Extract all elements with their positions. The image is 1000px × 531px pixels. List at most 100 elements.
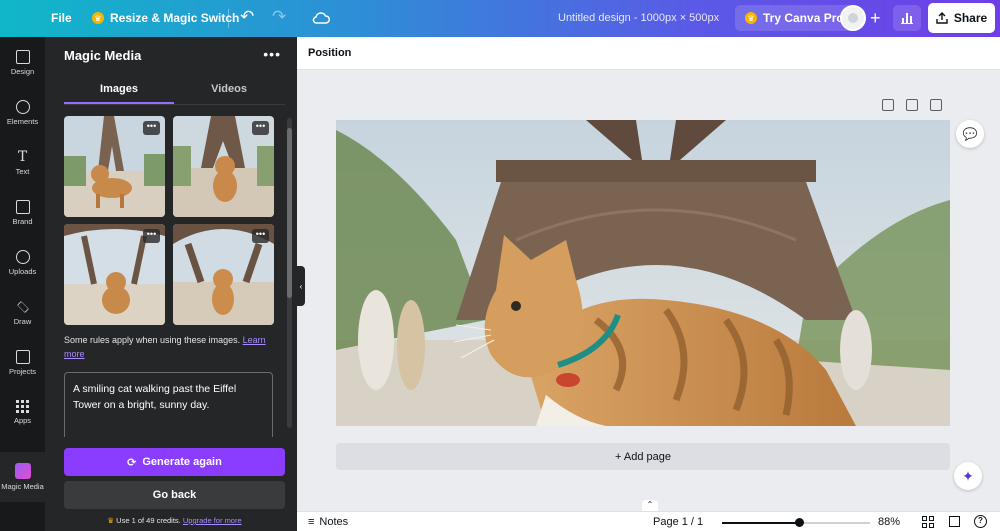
page-tools	[882, 99, 942, 111]
zoom-slider-fill	[722, 522, 799, 524]
rail-item-projects[interactable]: Projects	[0, 340, 45, 385]
duplicate-icon[interactable]	[906, 99, 918, 111]
prompt-input[interactable]: A smiling cat walking past the Eiffel To…	[64, 372, 273, 437]
generated-image-thumbnail[interactable]: •••	[64, 224, 165, 325]
cat-eiffel-main-image	[336, 120, 950, 426]
try-canva-pro-label: Try Canva Pro	[763, 11, 844, 25]
notes-icon: ≡	[308, 516, 315, 528]
magic-sparkle-icon[interactable]: ✦	[954, 462, 982, 490]
collapse-panel-icon[interactable]: ‹	[297, 266, 305, 306]
tab-videos[interactable]: Videos	[174, 77, 284, 104]
bottom-bar: ≡ Notes Page 1 / 1 88% ?	[297, 511, 1000, 531]
crown-icon: ♛	[745, 12, 757, 24]
brand-icon	[15, 199, 30, 214]
panel-title: Magic Media	[64, 48, 142, 63]
credits-text: Use 1 of 49 credits.	[116, 516, 181, 525]
cloud-save-icon[interactable]	[312, 8, 330, 28]
rail-item-text[interactable]: T Text	[0, 140, 45, 185]
crown-icon: ♛	[92, 12, 104, 24]
rail-item-label: Elements	[6, 116, 39, 126]
rail-item-design[interactable]: Design	[0, 40, 45, 85]
draw-icon	[16, 300, 29, 313]
rail-item-label: Uploads	[8, 266, 37, 276]
magic-media-icon	[14, 463, 31, 479]
file-menu-button[interactable]: File	[51, 11, 72, 25]
apps-icon	[16, 400, 29, 413]
position-button[interactable]: Position	[308, 47, 351, 59]
more-options-icon[interactable]: •••	[263, 46, 281, 62]
generate-again-button[interactable]: ⟳ Generate again	[64, 448, 285, 476]
rail-item-uploads[interactable]: Uploads	[0, 240, 45, 285]
zoom-level[interactable]: 88%	[878, 516, 900, 528]
usage-rules-text: Some rules apply when using these images…	[64, 335, 241, 345]
rail-item-apps[interactable]: Apps	[0, 390, 45, 435]
zoom-slider[interactable]	[722, 518, 870, 527]
generate-again-label: Generate again	[142, 456, 222, 468]
page-indicator[interactable]: Page 1 / 1	[653, 516, 703, 528]
magic-media-panel: Magic Media ••• Images Videos ••• ••• ••…	[45, 37, 297, 531]
refresh-icon: ⟳	[127, 456, 137, 469]
resize-magic-switch-button[interactable]: ♛ Resize & Magic Switch	[92, 11, 239, 25]
media-tabs: Images Videos	[64, 77, 285, 105]
top-bar: File ♛ Resize & Magic Switch ↶ ↷ Untitle…	[0, 0, 1000, 37]
add-page-icon[interactable]	[930, 99, 942, 111]
notes-button[interactable]: ≡ Notes	[308, 516, 348, 528]
rail-item-magic-media[interactable]: Magic Media	[0, 452, 45, 502]
panel-scrollbar[interactable]	[287, 118, 292, 428]
zoom-slider-handle[interactable]	[795, 518, 804, 527]
thumbnail-more-icon[interactable]: •••	[252, 121, 269, 135]
undo-icon[interactable]: ↶	[240, 7, 254, 27]
left-rail: Design Elements T Text Brand Uploads Dra…	[0, 37, 45, 531]
rail-item-brand[interactable]: Brand	[0, 190, 45, 235]
rail-item-label: Projects	[8, 366, 37, 376]
rail-item-label: Draw	[13, 316, 32, 326]
comment-icon[interactable]: 💬	[956, 120, 984, 148]
credits-info: ♛ Use 1 of 49 credits. Upgrade for more	[64, 516, 285, 525]
rail-item-elements[interactable]: Elements	[0, 90, 45, 135]
layout-icon	[15, 49, 30, 64]
grid-view-icon[interactable]	[922, 516, 934, 528]
thumbnail-more-icon[interactable]: •••	[252, 229, 269, 243]
rail-item-label: Apps	[13, 416, 32, 425]
share-button[interactable]: Share	[928, 3, 995, 33]
upgrade-link[interactable]: Upgrade for more	[183, 516, 242, 525]
tab-images[interactable]: Images	[64, 77, 174, 104]
upload-icon	[15, 249, 30, 264]
share-upload-icon	[936, 12, 948, 24]
share-label: Share	[953, 11, 988, 25]
usage-rules: Some rules apply when using these images…	[64, 333, 274, 361]
generated-image-thumbnail[interactable]: •••	[173, 116, 274, 217]
resize-magic-switch-label: Resize & Magic Switch	[110, 11, 240, 25]
rail-item-label: Text	[15, 166, 30, 176]
fullscreen-icon[interactable]	[949, 516, 960, 527]
thumbnail-more-icon[interactable]: •••	[143, 229, 160, 243]
rail-item-label: Brand	[12, 216, 33, 226]
rail-item-draw[interactable]: Draw	[0, 290, 45, 335]
folder-icon	[15, 349, 30, 364]
analytics-button[interactable]	[893, 5, 921, 31]
context-toolbar: Position	[297, 37, 1000, 70]
shapes-icon	[15, 99, 30, 114]
plus-icon[interactable]: +	[870, 8, 881, 29]
design-canvas[interactable]	[336, 120, 950, 426]
text-icon: T	[17, 148, 28, 165]
notes-label: Notes	[319, 516, 349, 528]
scrollbar-thumb[interactable]	[287, 128, 292, 298]
divider	[228, 9, 229, 28]
try-canva-pro-button[interactable]: ♛ Try Canva Pro	[735, 5, 854, 31]
help-icon[interactable]: ?	[974, 515, 987, 528]
add-page-button[interactable]: + Add page	[336, 443, 950, 470]
thumbnail-more-icon[interactable]: •••	[143, 121, 160, 135]
crown-icon: ♛	[107, 516, 115, 525]
go-back-button[interactable]: Go back	[64, 481, 285, 509]
rail-item-label: Design	[10, 66, 35, 76]
design-title[interactable]: Untitled design - 1000px × 500px	[558, 12, 719, 24]
generated-image-thumbnail[interactable]: •••	[173, 224, 274, 325]
avatar[interactable]	[840, 5, 866, 31]
rail-item-label: Magic Media	[1, 482, 44, 491]
bar-chart-icon	[901, 12, 913, 24]
lock-icon[interactable]	[882, 99, 894, 111]
hamburger-menu-icon[interactable]	[12, 9, 28, 27]
redo-icon[interactable]: ↷	[272, 7, 286, 27]
generated-image-thumbnail[interactable]: •••	[64, 116, 165, 217]
